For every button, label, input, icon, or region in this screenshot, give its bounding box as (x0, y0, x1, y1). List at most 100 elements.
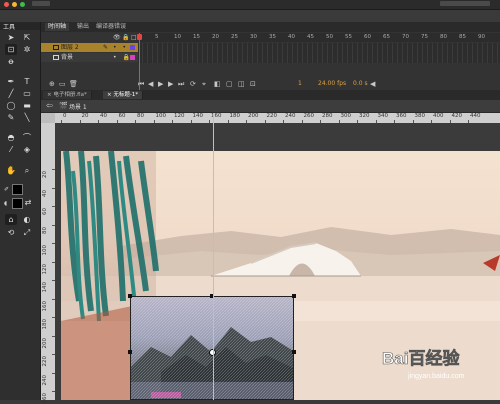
hruler-label-400: 400 (433, 113, 444, 119)
playhead-handle[interactable] (137, 34, 142, 40)
watermark-logo: Bai百经验 jingyan.baidu.com (382, 348, 465, 380)
play-icon[interactable]: ▶ (158, 80, 163, 88)
timeline-frame-grid[interactable] (138, 43, 500, 63)
onion-outlines-icon[interactable]: ▢ (226, 80, 233, 88)
eyedropper-tool-icon[interactable]: ⁄ (5, 144, 17, 155)
frame-number-45: 45 (307, 34, 314, 40)
selected-image-instance[interactable] (130, 296, 294, 400)
mac-menubar (0, 0, 500, 10)
ink-bottle-tool-icon[interactable]: ⌒ (21, 132, 33, 143)
line-tool-icon[interactable]: ╱ (5, 88, 17, 99)
hruler-label-260: 260 (303, 113, 315, 119)
frame-number-70: 70 (402, 34, 409, 40)
pencil-tool-icon[interactable]: ✎ (5, 112, 17, 123)
modify-markers-icon[interactable]: ⊡ (250, 80, 256, 88)
transform-handle-top-left[interactable] (128, 294, 132, 298)
close-window-button[interactable] (4, 2, 9, 7)
frame-number-65: 65 (383, 34, 390, 40)
layer-color-swatch[interactable] (130, 55, 135, 60)
new-layer-icon[interactable]: ⊕ (49, 80, 55, 88)
edit-bar: ⇦ 🎬 场景 1 (41, 100, 500, 113)
tab-compiler-errors[interactable]: 编译器错误 (93, 23, 129, 31)
vruler-label-40: 40 (42, 189, 48, 197)
pencil-icon: ✎ (103, 44, 109, 51)
frame-number-30: 30 (250, 34, 257, 40)
workspace-switcher[interactable] (440, 1, 490, 6)
vertical-ruler[interactable]: 20 40 60 80 100 120 140 160 180 200 220 240 260 (41, 123, 55, 404)
oval-tool-icon[interactable]: ◯ (5, 100, 17, 111)
scale-icon[interactable]: ⤢ (21, 227, 33, 238)
selection-tool-icon[interactable]: ➤ (5, 32, 17, 43)
frame-number-75: 75 (421, 34, 428, 40)
center-frame-icon[interactable]: ⌖ (202, 80, 206, 88)
tab-timeline[interactable]: 时间轴 (45, 23, 70, 31)
frame-number-5: 5 (155, 34, 159, 40)
timeline-scroll-icon[interactable]: ◀ (370, 80, 375, 88)
baidu-jingyan-watermark: Bai百经验 jingyan.baidu.com (380, 340, 500, 385)
timeline-tabbar: 时间轴 输出 编译器错误 (41, 22, 500, 32)
hand-tool-icon[interactable]: ✋ (5, 165, 17, 176)
layer-toggles[interactable]: • • (113, 43, 128, 52)
paint-brush-tool-icon[interactable]: ╲ (21, 112, 33, 123)
rotate-skew-icon[interactable]: ⟲ (5, 227, 17, 238)
pen-tool-icon[interactable]: ✒ (5, 76, 17, 87)
vruler-label-220: 220 (42, 356, 48, 367)
rectangle-tool-icon[interactable]: ▭ (21, 88, 33, 99)
horizontal-ruler[interactable]: 0 20 40 60 80 100 120 140 160 180 200 220 240 260 280 3… (55, 113, 500, 123)
vruler-label-140: 140 (42, 282, 48, 293)
doc-tab-album[interactable]: × 电子相册.fla* (43, 91, 92, 99)
visibility-column-icon[interactable]: 👁 (113, 34, 121, 41)
eraser-tool-icon[interactable]: ◈ (21, 144, 33, 155)
frame-number-40: 40 (288, 34, 295, 40)
stroke-color-swatch[interactable] (12, 184, 23, 195)
go-to-last-frame-icon[interactable]: ⏭ (178, 80, 184, 88)
hruler-label-120: 120 (174, 113, 185, 119)
free-transform-tool-icon[interactable]: ⊡ (5, 44, 17, 55)
text-tool-icon[interactable]: T (21, 76, 33, 87)
tab-output[interactable]: 输出 (74, 23, 92, 31)
zoom-window-button[interactable] (20, 2, 25, 7)
layer-color-swatch[interactable] (130, 45, 135, 50)
delete-layer-icon[interactable]: 🗑 (69, 80, 78, 88)
minimize-window-button[interactable] (12, 2, 17, 7)
doc-tab-untitled[interactable]: × 无标题-1* (103, 91, 144, 99)
go-to-first-frame-icon[interactable]: ⏮ (138, 80, 144, 88)
transform-handle-middle-right[interactable] (292, 350, 296, 354)
zoom-tool-icon[interactable]: ⌕ (21, 165, 33, 176)
step-back-icon[interactable]: ◀ (148, 80, 153, 88)
hruler-label-200: 200 (248, 113, 259, 119)
timeline-frame-ruler[interactable]: 151015202530354045505560657075808590 (138, 33, 500, 42)
watermark-text: Bai百经验 (382, 348, 460, 368)
snap-to-objects-icon[interactable]: ◐ (21, 214, 33, 225)
layer-row-background[interactable]: 背景 • 🔒 (41, 53, 138, 62)
hruler-label-300: 300 (340, 113, 352, 119)
vertical-guide-line[interactable] (213, 113, 214, 400)
layer-row-layer2[interactable]: 图层 2 ✎ • • (41, 43, 138, 52)
back-arrow-icon[interactable]: ⇦ (46, 101, 53, 110)
lasso-tool-icon[interactable]: ꝋ (5, 56, 17, 67)
edit-multiple-frames-icon[interactable]: ◫ (238, 80, 245, 88)
object-drawing-icon[interactable]: ⌂ (5, 214, 17, 225)
frame-rate[interactable]: 24.00 fps (318, 80, 346, 88)
hruler-label-360: 360 (396, 113, 407, 119)
swap-colors-icon[interactable]: ⇄ (22, 197, 34, 208)
document-tabbar: × 电子相册.fla* × 无标题-1* (41, 90, 500, 100)
playback-controls: ⏮ ◀ ▶ ▶ ⏭ ⟳ ⌖ ◧ ▢ ◫ ⊡ 1 24.00 fps 0.0 s … (138, 80, 500, 88)
transform-handle-middle-left[interactable] (128, 350, 132, 354)
hruler-label-420: 420 (451, 113, 463, 119)
lock-column-icon[interactable]: 🔒 (122, 34, 129, 41)
menubar-item[interactable] (32, 1, 50, 6)
step-forward-icon[interactable]: ▶ (168, 80, 173, 88)
brush-tool-icon[interactable]: ▬ (21, 100, 33, 111)
paint-bucket-tool-icon[interactable]: ◓ (5, 132, 17, 143)
transform-handle-top-right[interactable] (292, 294, 296, 298)
3d-rotation-tool-icon[interactable]: ✲ (21, 44, 33, 55)
new-folder-icon[interactable]: ▭ (59, 80, 66, 88)
tools-panel-header: 工具 (0, 22, 40, 31)
loop-icon[interactable]: ⟳ (190, 80, 196, 88)
hruler-label-340: 340 (377, 113, 389, 119)
outline-column-icon[interactable]: □ (131, 34, 137, 41)
frame-number-50: 50 (326, 34, 333, 40)
onion-skin-icon[interactable]: ◧ (214, 80, 221, 88)
subselection-tool-icon[interactable]: ⇱ (21, 32, 33, 43)
